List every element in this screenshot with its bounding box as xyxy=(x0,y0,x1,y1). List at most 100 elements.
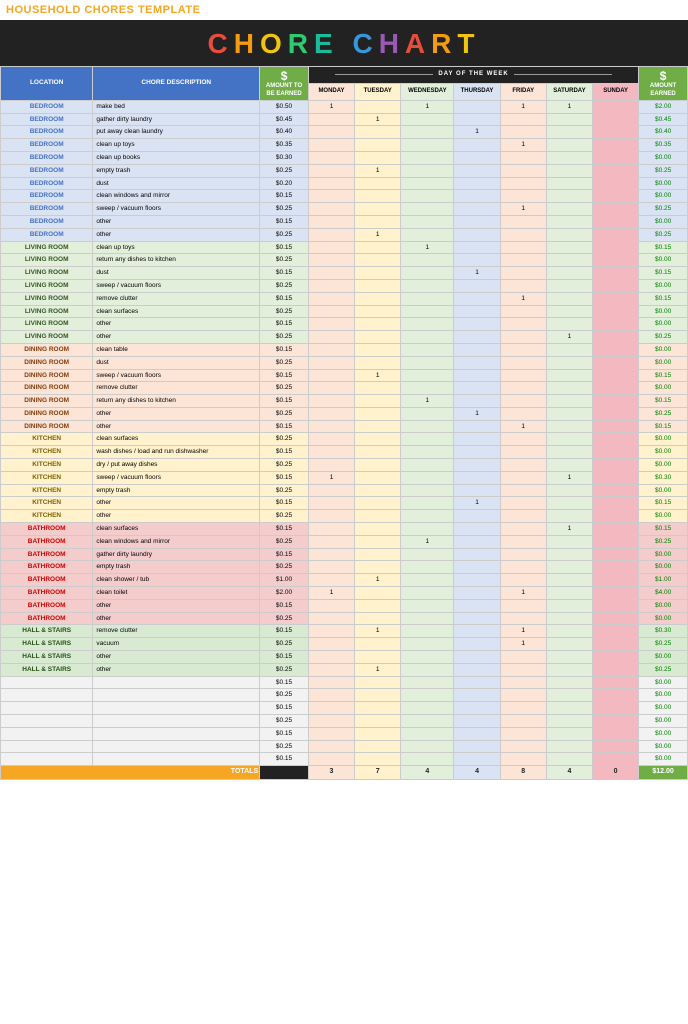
table-row: BATHROOM clean surfaces $0.15 1 $0.15 xyxy=(1,523,688,536)
wednesday-cell xyxy=(401,305,454,318)
friday-cell xyxy=(500,279,546,292)
monday-cell xyxy=(308,663,354,676)
tuesday-cell: 1 xyxy=(355,574,401,587)
chore-cell: dust xyxy=(93,356,260,369)
table-row: LIVING ROOM clean up toys $0.15 1 $0.15 xyxy=(1,241,688,254)
saturday-cell xyxy=(546,356,592,369)
totals-row: TOTALS 3 7 4 4 8 4 0 $12.00 xyxy=(1,766,688,779)
monday-cell xyxy=(308,727,354,740)
friday-cell xyxy=(500,126,546,139)
sunday-cell xyxy=(593,151,639,164)
friday-cell xyxy=(500,612,546,625)
friday-cell xyxy=(500,382,546,395)
earned-cell: $0.00 xyxy=(639,689,688,702)
chore-cell xyxy=(93,727,260,740)
monday-cell xyxy=(308,548,354,561)
location-cell: BATHROOM xyxy=(1,535,93,548)
friday-cell xyxy=(500,177,546,190)
wednesday-cell xyxy=(401,625,454,638)
tuesday-cell xyxy=(355,484,401,497)
amount-cell: $0.25 xyxy=(260,561,309,574)
table-row: BATHROOM clean toilet $2.00 1 1 $4.00 xyxy=(1,587,688,600)
chart-header: CHORE CHART xyxy=(0,20,688,66)
sunday-cell xyxy=(593,433,639,446)
monday-cell xyxy=(308,382,354,395)
saturday-cell xyxy=(546,625,592,638)
tuesday-cell: 1 xyxy=(355,625,401,638)
saturday-cell xyxy=(546,267,592,280)
earned-cell: $0.00 xyxy=(639,190,688,203)
monday-cell xyxy=(308,740,354,753)
thursday-cell xyxy=(454,292,500,305)
chore-cell: gather dirty laundry xyxy=(93,113,260,126)
saturday-cell xyxy=(546,753,592,766)
amount-cell: $0.25 xyxy=(260,689,309,702)
saturday-cell xyxy=(546,599,592,612)
chore-cell: clean shower / tub xyxy=(93,574,260,587)
header-row-main: LOCATION CHORE DESCRIPTION $ AMOUNT TO B… xyxy=(1,67,688,84)
monday-cell xyxy=(308,689,354,702)
friday-cell xyxy=(500,510,546,523)
wednesday-cell xyxy=(401,279,454,292)
tuesday-cell xyxy=(355,689,401,702)
amount-cell: $0.25 xyxy=(260,740,309,753)
thursday-cell xyxy=(454,139,500,152)
table-row: BATHROOM other $0.15 $0.00 xyxy=(1,599,688,612)
friday-cell xyxy=(500,433,546,446)
saturday-cell xyxy=(546,164,592,177)
earned-cell: $0.00 xyxy=(639,343,688,356)
sunday-cell xyxy=(593,241,639,254)
sunday-cell xyxy=(593,279,639,292)
amount-cell: $0.25 xyxy=(260,305,309,318)
sunday-cell xyxy=(593,407,639,420)
thursday-cell xyxy=(454,318,500,331)
table-row: $0.25 $0.00 xyxy=(1,715,688,728)
amount-cell: $0.15 xyxy=(260,471,309,484)
chore-cell xyxy=(93,676,260,689)
friday-cell xyxy=(500,446,546,459)
tuesday-cell xyxy=(355,753,401,766)
location-cell xyxy=(1,702,93,715)
earned-cell: $0.25 xyxy=(639,331,688,344)
thursday-cell xyxy=(454,382,500,395)
tuesday-cell xyxy=(355,254,401,267)
wednesday-cell xyxy=(401,510,454,523)
sunday-cell xyxy=(593,267,639,280)
saturday-cell xyxy=(546,151,592,164)
friday-cell xyxy=(500,702,546,715)
earned-cell: $0.15 xyxy=(639,395,688,408)
thursday-cell xyxy=(454,356,500,369)
table-row: LIVING ROOM clean surfaces $0.25 $0.00 xyxy=(1,305,688,318)
saturday-cell xyxy=(546,190,592,203)
chore-cell: other xyxy=(93,651,260,664)
tuesday-cell xyxy=(355,279,401,292)
friday-cell xyxy=(500,190,546,203)
tuesday-cell xyxy=(355,548,401,561)
wednesday-cell xyxy=(401,574,454,587)
thursday-cell xyxy=(454,395,500,408)
tuesday-cell xyxy=(355,331,401,344)
table-row: LIVING ROOM other $0.15 $0.00 xyxy=(1,318,688,331)
tuesday-cell: 1 xyxy=(355,663,401,676)
thursday-cell xyxy=(454,343,500,356)
friday-cell xyxy=(500,689,546,702)
chore-cell xyxy=(93,689,260,702)
thursday-cell xyxy=(454,215,500,228)
wednesday-cell xyxy=(401,151,454,164)
friday-cell xyxy=(500,305,546,318)
location-cell: DINING ROOM xyxy=(1,343,93,356)
table-row: LIVING ROOM other $0.25 1 $0.25 xyxy=(1,331,688,344)
saturday-cell xyxy=(546,420,592,433)
saturday-cell: 1 xyxy=(546,100,592,113)
earned-cell: $0.00 xyxy=(639,612,688,625)
earned-cell: $0.15 xyxy=(639,369,688,382)
saturday-cell xyxy=(546,241,592,254)
friday-cell xyxy=(500,651,546,664)
monday-cell xyxy=(308,215,354,228)
chore-cell: return any dishes to kitchen xyxy=(93,395,260,408)
amount-cell: $0.25 xyxy=(260,407,309,420)
location-cell xyxy=(1,689,93,702)
chart-title: CHORE CHART xyxy=(0,28,688,60)
sunday-cell xyxy=(593,228,639,241)
monday-cell xyxy=(308,484,354,497)
